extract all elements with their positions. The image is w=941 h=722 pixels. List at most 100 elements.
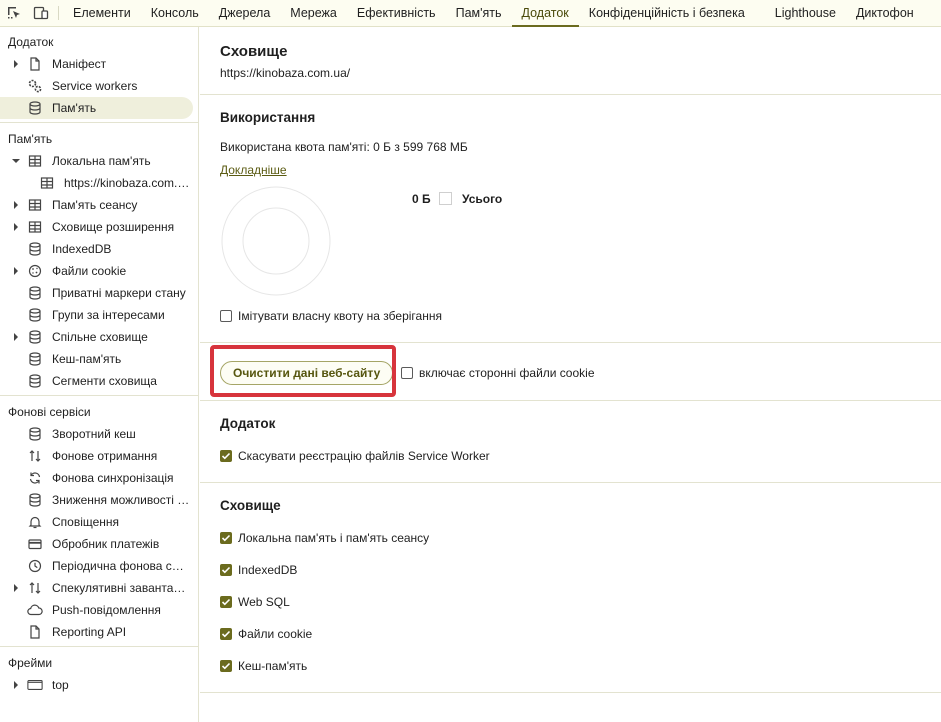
storage-panel: Сховище https://kinobaza.com.ua/ Викорис… <box>200 27 941 722</box>
indexeddb-label: IndexedDB <box>238 563 298 577</box>
sidebar-item-label: Фонова синхронізація <box>52 471 174 485</box>
third-party-cookies-checkbox[interactable] <box>401 367 413 379</box>
cookies-checkbox[interactable] <box>220 628 232 640</box>
local-session-storage-row[interactable]: Локальна пам'ять і пам'ять сеансу <box>220 528 429 548</box>
sidebar-item-interest-groups[interactable]: Групи за інтересами <box>0 304 198 326</box>
local-session-storage-checkbox[interactable] <box>220 532 232 544</box>
sidebar-item-label: Зниження можливості відстеження <box>52 493 190 507</box>
sidebar-item-local-storage-origin[interactable]: https://kinobaza.com.ua <box>0 172 198 194</box>
sidebar-item-storage-buckets[interactable]: Сегменти сховища <box>0 370 198 392</box>
application-title: Додаток <box>220 416 276 431</box>
learn-more-link[interactable]: Докладніше <box>220 163 287 177</box>
sidebar-item-shared-storage[interactable]: Спільне сховище <box>0 326 198 348</box>
sidebar-item-label: Спільне сховище <box>52 330 148 344</box>
sidebar-item-payment-handler[interactable]: Обробник платежів <box>0 533 198 555</box>
tab-recorder[interactable]: Диктофон <box>846 0 924 26</box>
expand-arrow-icon[interactable] <box>11 680 21 690</box>
sidebar-item-label: Групи за інтересами <box>52 308 165 322</box>
table-icon <box>39 175 55 191</box>
sidebar-item-reporting-api[interactable]: Reporting API <box>0 621 198 643</box>
legend-swatch <box>439 192 452 205</box>
cache-storage-checkbox[interactable] <box>220 660 232 672</box>
sidebar-item-label: IndexedDB <box>52 242 112 256</box>
unregister-sw-checkbox[interactable] <box>220 450 232 462</box>
sidebar-item-private-state-tokens[interactable]: Приватні маркери стану <box>0 282 198 304</box>
highlight-annotation <box>210 345 396 397</box>
expand-arrow-icon[interactable] <box>11 332 21 342</box>
web-sql-label: Web SQL <box>238 595 290 609</box>
sidebar-section-frames: Фрейми <box>8 656 53 670</box>
tab-sources[interactable]: Джерела <box>209 0 281 26</box>
web-sql-row[interactable]: Web SQL <box>220 592 290 612</box>
simulate-quota-label: Імітувати власну квоту на зберігання <box>238 309 442 323</box>
sidebar-item-background-fetch[interactable]: Фонове отримання <box>0 445 198 467</box>
frame-icon <box>27 677 43 693</box>
sidebar-item-label: Сховище розширення <box>52 220 175 234</box>
sidebar-item-storage[interactable]: Пам'ять <box>0 97 193 119</box>
cookies-row[interactable]: Файли cookie <box>220 624 312 644</box>
sidebar-item-label: Service workers <box>52 79 138 93</box>
sidebar-item-periodic-background-sync[interactable]: Періодична фонова синхронізація <box>0 555 198 577</box>
tab-memory[interactable]: Пам'ять <box>446 0 512 26</box>
toolbar-divider <box>58 6 59 20</box>
document-icon <box>27 56 43 72</box>
simulate-quota-row[interactable]: Імітувати власну квоту на зберігання <box>220 306 442 326</box>
third-party-cookies-row[interactable]: включає сторонні файли cookie <box>401 363 595 383</box>
web-sql-checkbox[interactable] <box>220 596 232 608</box>
expand-arrow-icon[interactable] <box>11 200 21 210</box>
tab-performance[interactable]: Ефективність <box>347 0 446 26</box>
expand-arrow-icon[interactable] <box>11 266 21 276</box>
cookies-label: Файли cookie <box>238 627 313 641</box>
sidebar-item-indexeddb[interactable]: IndexedDB <box>0 238 198 260</box>
device-toolbar-icon[interactable] <box>27 0 54 26</box>
unregister-sw-row[interactable]: Скасувати реєстрацію файлів Service Work… <box>220 446 490 466</box>
expand-arrow-icon[interactable] <box>11 222 21 232</box>
expand-arrow-icon[interactable] <box>11 59 21 69</box>
sidebar-item-speculative-loads[interactable]: Спекулятивні завантаження <box>0 577 198 599</box>
sidebar-item-cache-storage[interactable]: Кеш-пам'ять <box>0 348 198 370</box>
tab-lighthouse[interactable]: Lighthouse <box>765 0 846 26</box>
tab-console[interactable]: Консоль <box>141 0 209 26</box>
tab-elements[interactable]: Елементи <box>63 0 141 26</box>
cache-storage-row[interactable]: Кеш-пам'ять <box>220 656 307 676</box>
database-icon <box>27 373 43 389</box>
devtools-tab-bar: Елементи Консоль Джерела Мережа Ефективн… <box>0 0 941 27</box>
sidebar-item-frame-top[interactable]: top <box>0 674 198 696</box>
tab-network[interactable]: Мережа <box>280 0 347 26</box>
sidebar-item-push-messaging[interactable]: Push-повідомлення <box>0 599 198 621</box>
sidebar-item-service-workers[interactable]: Service workers <box>0 75 198 97</box>
inspect-element-icon[interactable] <box>0 0 27 26</box>
cache-storage-label: Кеш-пам'ять <box>238 659 308 673</box>
sidebar-item-session-storage[interactable]: Пам'ять сеансу <box>0 194 198 216</box>
sidebar-item-label: Push-повідомлення <box>52 603 161 617</box>
tab-privacy-security[interactable]: Конфіденційність і безпека <box>579 0 755 26</box>
tab-application[interactable]: Додаток <box>511 0 580 27</box>
sidebar-item-extension-storage[interactable]: Сховище розширення <box>0 216 198 238</box>
sidebar-item-label: Кеш-пам'ять <box>52 352 122 366</box>
cloud-icon <box>27 602 43 618</box>
sidebar-item-bounce-tracking[interactable]: Зниження можливості відстеження <box>0 489 198 511</box>
arrows-updown-icon <box>27 580 43 596</box>
sidebar-item-manifest[interactable]: Маніфест <box>0 53 198 75</box>
usage-title: Використання <box>220 110 316 125</box>
simulate-quota-checkbox[interactable] <box>220 310 232 322</box>
local-session-storage-label: Локальна пам'ять і пам'ять сеансу <box>238 531 430 545</box>
expand-arrow-icon[interactable] <box>11 583 21 593</box>
database-icon <box>27 285 43 301</box>
indexeddb-row[interactable]: IndexedDB <box>220 560 297 580</box>
sidebar-item-background-sync[interactable]: Фонова синхронізація <box>0 467 198 489</box>
sidebar-item-label: Сегменти сховища <box>52 374 157 388</box>
sidebar: Додаток Маніфест Service workers Пам'ять… <box>0 27 199 722</box>
indexeddb-checkbox[interactable] <box>220 564 232 576</box>
collapse-arrow-icon[interactable] <box>11 156 21 166</box>
sidebar-divider <box>0 395 198 396</box>
sidebar-section-storage: Пам'ять <box>8 132 53 146</box>
sidebar-item-notifications[interactable]: Сповіщення <box>0 511 198 533</box>
cookie-icon <box>27 263 43 279</box>
sidebar-item-label: Пам'ять <box>52 101 97 115</box>
sidebar-item-back-forward-cache[interactable]: Зворотний кеш <box>0 423 198 445</box>
database-icon <box>27 100 43 116</box>
sidebar-item-label: Reporting API <box>52 625 127 639</box>
sidebar-item-cookies[interactable]: Файли cookie <box>0 260 198 282</box>
sidebar-item-local-storage[interactable]: Локальна пам'ять <box>0 150 198 172</box>
